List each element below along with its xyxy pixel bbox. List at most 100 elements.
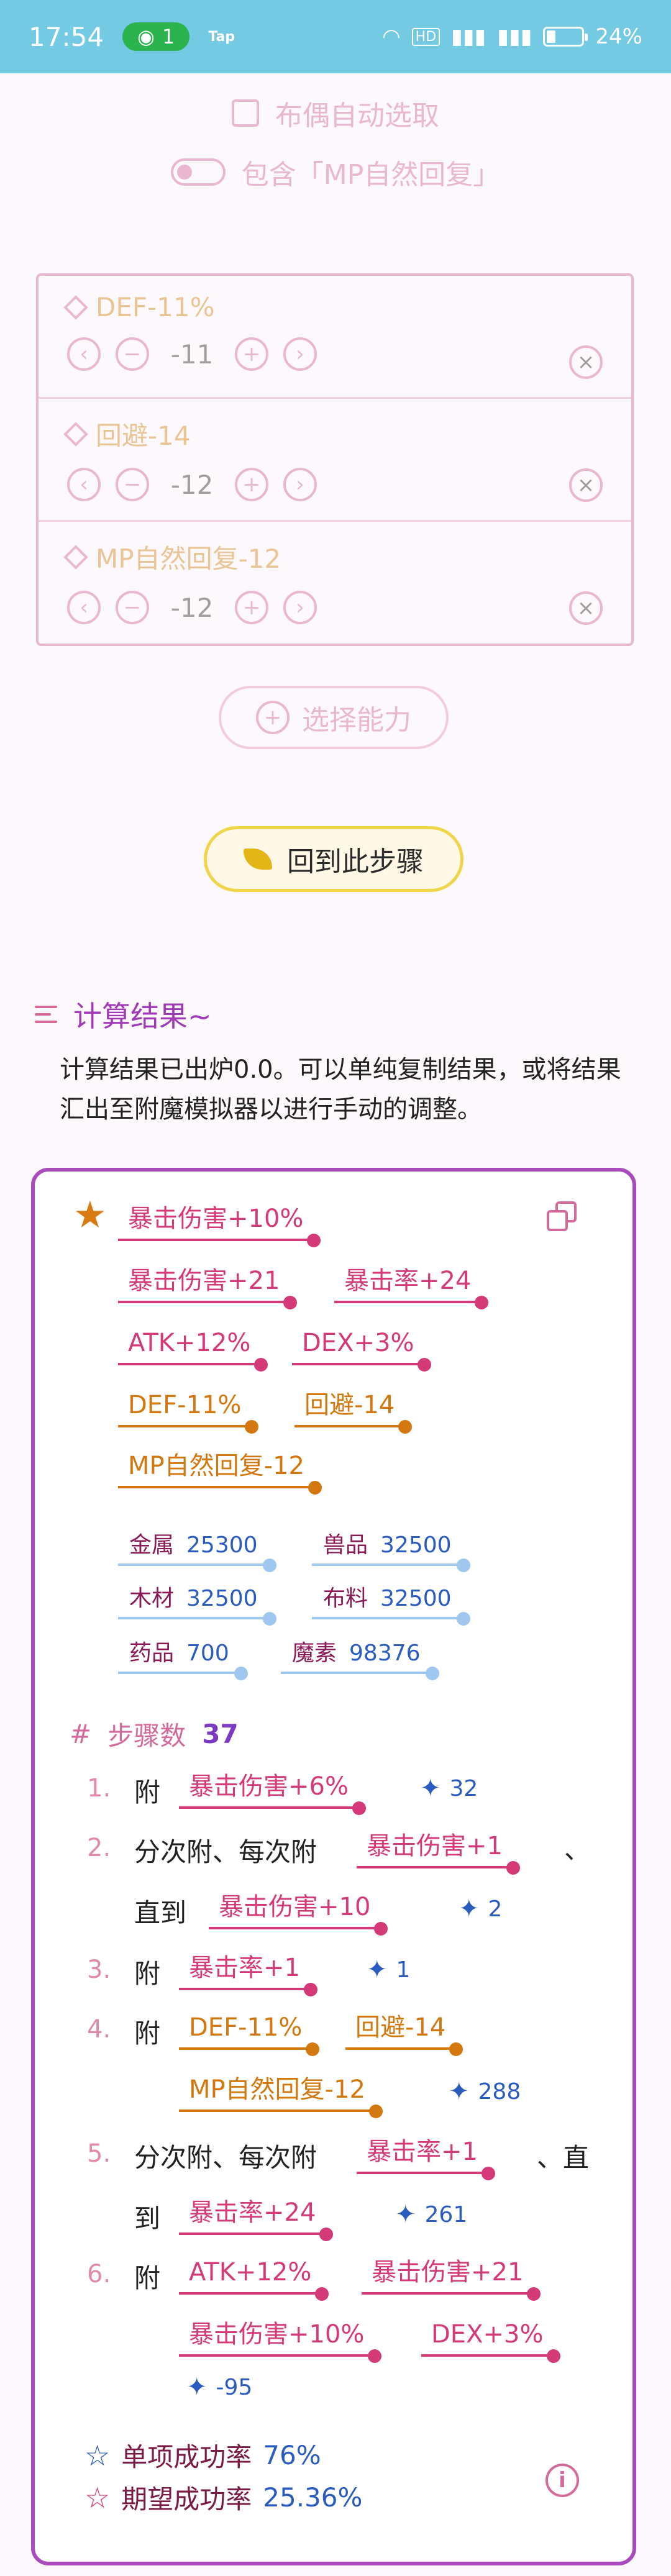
back-to-step-label: 回到此步骤 [287,846,424,878]
material-item: 木材 32500 [118,1585,276,1626]
auto-select-option[interactable]: 布偶自动选取 [0,93,671,133]
step-text: 附 [134,1777,161,1808]
close-icon[interactable]: × [569,468,603,502]
material-item: 布料 32500 [312,1585,470,1626]
filter-label: DEF-11% [96,292,215,322]
material-item: 金属 25300 [118,1532,276,1573]
filter-value: -12 [170,592,214,623]
back-to-step-button[interactable]: 回到此步骤 [204,826,463,892]
single-success-rate: ☆ 单项成功率 76% [84,2438,321,2473]
hotspot-pill[interactable]: ◉ 1 [122,22,190,51]
filter-row: DEF-11% ‹ − -11 + › × [39,276,631,399]
sparkle-icon: ✦ [420,1774,441,1803]
include-mp-label: 包含「MP自然回复」 [241,159,501,191]
wifi-icon: ◠ [381,24,401,49]
auto-select-checkbox[interactable] [232,99,259,127]
step-number: 4. [87,2015,111,2044]
step-number: 3. [87,1955,111,1984]
sparkle-icon: ✦ [459,1895,480,1923]
stat-chip: 暴击伤害+21 [118,1266,298,1309]
hash-icon: # [70,1719,92,1749]
minus-icon[interactable]: − [116,591,149,624]
step-chip: 暴击伤害+10 [209,1892,388,1936]
plus-icon[interactable]: + [235,337,268,371]
info-icon[interactable]: i [545,2464,579,2497]
step-number: 1. [87,1774,111,1803]
close-icon[interactable]: × [569,345,603,379]
list-icon [35,1006,57,1023]
step-count: ✦ -95 [186,2373,253,2401]
battery-icon [543,27,588,47]
stat-chip: 暴击率+24 [334,1266,489,1309]
stat-chip: DEF-11% [118,1390,259,1434]
signal-icon: ▮▮▮ [451,24,486,49]
chevron-right-icon[interactable]: › [283,468,317,501]
plus-icon[interactable]: + [235,468,268,501]
material-item: 药品 700 [118,1640,248,1681]
chevron-right-icon[interactable]: › [283,337,317,371]
results-section-title: 计算结果~ [35,994,212,1035]
step-chip: 暴击伤害+6% [179,1772,366,1815]
step-chip: 暴击率+1 [357,2137,495,2180]
result-card: ★ 暴击伤害+10% 暴击伤害+21 暴击率+24 ATK+12% DEX+3%… [31,1168,636,2565]
step-number: 2. [87,1834,111,1862]
step-number: 5. [87,2139,111,2168]
step-chip: 暴击伤害+1 [357,1831,520,1875]
diamond-icon [63,544,88,570]
step-chip: 回避-14 [345,2013,463,2056]
diamond-icon [63,421,88,447]
step-chip: DEX+3% [421,2319,561,2363]
plus-icon[interactable]: + [235,591,268,624]
sparkle-icon: ✦ [186,2373,208,2401]
auto-select-label: 布偶自动选取 [275,100,439,132]
negative-stat-list: DEF-11% ‹ − -11 + › × 回避-14 ‹ − -12 + › … [36,273,634,646]
star-outline-icon: ☆ [84,2480,111,2515]
step-text: 、直 [537,2142,590,2173]
include-mp-toggle[interactable] [170,158,226,186]
step-text: 直到 [134,1898,187,1928]
material-item: 兽品 32500 [312,1532,470,1573]
step-text: 到 [134,2203,161,2234]
chevron-left-icon[interactable]: ‹ [67,591,101,624]
close-icon[interactable]: × [569,591,603,625]
stat-chip: ATK+12% [118,1328,268,1372]
step-text: 附 [134,2263,161,2293]
star-icon[interactable]: ★ [73,1196,107,1234]
steps-label: 步骤数 [107,1721,186,1751]
minus-icon[interactable]: − [116,337,149,371]
select-ability-button[interactable]: + 选择能力 [219,686,449,749]
status-bar: 17:54 ◉ 1 Tap ◠ HD ▮▮▮ ▮▮▮ 24% [0,0,671,73]
material-item: 魔素 98376 [281,1640,439,1681]
filter-row: 回避-14 ‹ − -12 + › × [39,399,631,522]
include-mp-option[interactable]: 包含「MP自然回复」 [0,152,671,192]
minus-icon[interactable]: − [116,468,149,501]
step-text: 分次附、每次附 [134,1837,317,1867]
step-count: ✦ 2 [459,1895,503,1923]
chevron-right-icon[interactable]: › [283,591,317,624]
tap-indicator: Tap [208,29,235,45]
results-description: 计算结果已出炉0.0。可以单纯复制结果，或将结果汇出至附魔模拟器以进行手动的调整… [60,1055,621,1124]
expected-success-rate: ☆ 期望成功率 25.36% [84,2480,363,2515]
step-count: ✦ 261 [395,2200,468,2229]
battery-percent: 24% [595,24,642,49]
sparkle-icon: ✦ [367,1955,388,1984]
select-ability-label: 选择能力 [302,704,411,736]
status-time: 17:54 [29,21,104,52]
leaf-icon [244,849,272,870]
filter-label: 回避-14 [96,421,191,451]
step-chip: MP自然回复-12 [179,2075,383,2118]
copy-icon[interactable] [547,1201,579,1234]
chevron-left-icon[interactable]: ‹ [67,337,101,371]
step-count: ✦ 1 [367,1955,411,1984]
diamond-icon [63,294,88,320]
step-text: 、 [564,1834,591,1865]
step-count: ✦ 32 [420,1774,478,1803]
step-chip: ATK+12% [179,2257,329,2301]
chevron-left-icon[interactable]: ‹ [67,468,101,501]
stat-chip: MP自然回复-12 [118,1451,322,1495]
step-chip: 暴击伤害+10% [179,2319,382,2363]
plus-circle-icon: + [256,701,290,734]
step-chip: DEF-11% [179,2013,320,2056]
sparkle-icon: ✦ [449,2077,470,2106]
step-number: 6. [87,2260,111,2288]
